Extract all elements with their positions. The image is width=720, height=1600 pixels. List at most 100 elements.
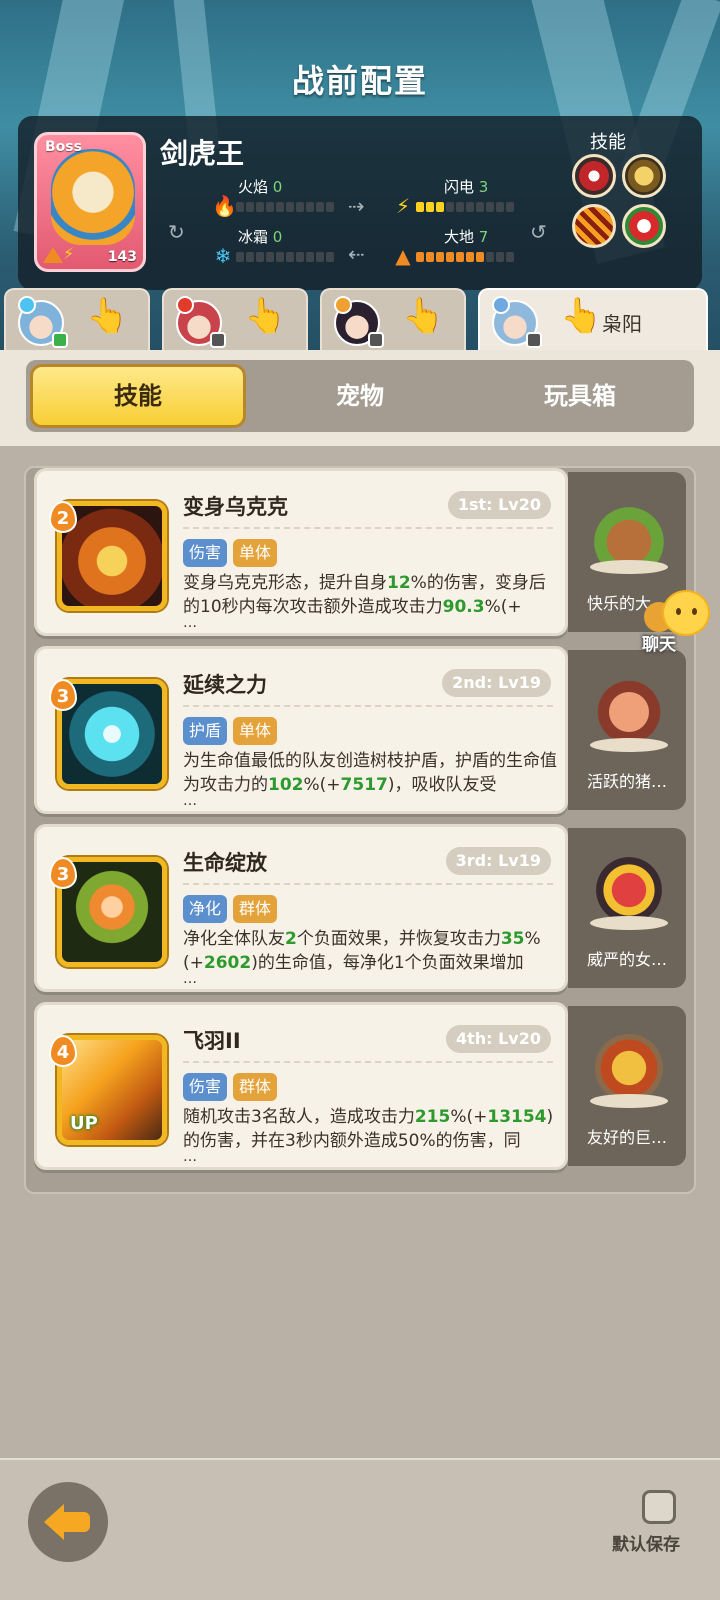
tab-bar: 技能 宠物 玩具箱 [26, 360, 694, 432]
element-icon [334, 296, 352, 314]
hero-tab-1[interactable]: 👆 [4, 288, 150, 352]
highlight-value: 102 [268, 775, 304, 795]
mountain-icon: ▲ [395, 244, 411, 268]
ellipsis: … [183, 971, 197, 987]
element-bar-segment [466, 202, 474, 212]
pet-slot[interactable]: 活跃的猪… [568, 650, 686, 810]
skill-card[interactable]: 2 变身乌克克 1st: Lv20 伤害 单体 变身乌克克形态，提升自身12%的… [34, 468, 568, 636]
pet-figure-image [594, 1024, 664, 1104]
boss-skills-label: 技能 [590, 132, 626, 153]
skill-order-badge: 4 [49, 1035, 77, 1067]
back-arrow-icon [62, 1512, 90, 1532]
boss-skill-slash-icon[interactable] [572, 204, 616, 248]
skill-name: 生命绽放 [183, 851, 267, 875]
pet-slot[interactable]: 威严的女… [568, 828, 686, 988]
description-text: 随机攻击3名敌人，造成攻击力 [183, 1107, 415, 1127]
element-bar-segment [426, 202, 434, 212]
divider [183, 527, 553, 529]
lightning-icon: ⚡ [395, 194, 411, 218]
element-bar-segment [506, 252, 514, 262]
fire-element-icon [176, 296, 194, 314]
description-text: %(+ [303, 775, 341, 795]
highlight-value: 7517 [340, 775, 388, 795]
element-bar-segment [456, 252, 464, 262]
boss-panel: Boss ⚡ 143 剑虎王 🔥 火焰 0 ⚡ 闪电 3 ❄ 冰霜 0 ▲ 大地… [18, 116, 702, 290]
element-bar-segment [246, 202, 254, 212]
pointing-hand-icon: 👆 [86, 296, 129, 336]
saber-tiger-king-image [51, 149, 135, 245]
hero-tab-3[interactable]: 👆 [320, 288, 466, 352]
element-bar-segment [276, 202, 284, 212]
skill-row[interactable]: 3 延续之力 2nd: Lv19 护盾 单体 为生命值最低的队友创造树枝护盾，护… [34, 646, 690, 814]
skill-row[interactable]: 3 生命绽放 3rd: Lv19 净化 群体 净化全体队友2个负面效果，并恢复攻… [34, 824, 690, 992]
element-bar-segment [416, 252, 424, 262]
upgrade-badge: UP [70, 1113, 98, 1134]
pet-figure-image [594, 668, 664, 748]
description-text: %(+ [484, 597, 522, 617]
skill-description: 随机攻击3名敌人，造成攻击力215%(+13154)的伤害，并在3秒内额外造成5… [183, 1105, 559, 1153]
default-save-label: 默认保存 [612, 1535, 680, 1555]
skill-card[interactable]: 4 UP 飞羽II 4th: Lv20 伤害 群体 随机攻击3名敌人，造成攻击力… [34, 1002, 568, 1170]
chat-badge-icon [52, 332, 68, 348]
pet-pedestal [590, 1094, 668, 1108]
skill-card[interactable]: 3 延续之力 2nd: Lv19 护盾 单体 为生命值最低的队友创造树枝护盾，护… [34, 646, 568, 814]
hero-tab-active[interactable]: 👆 枭阳 [478, 288, 708, 352]
element-bar-segment [446, 252, 454, 262]
tab-bar-container: 技能 宠物 玩具箱 [0, 350, 720, 446]
divider [183, 883, 553, 885]
skill-level-badge: 2nd: Lv19 [442, 669, 551, 697]
highlight-value: 90.3 [442, 597, 485, 617]
tab-toybox[interactable]: 玩具箱 [472, 364, 688, 428]
back-button[interactable] [28, 1482, 108, 1562]
skill-card[interactable]: 3 生命绽放 3rd: Lv19 净化 群体 净化全体队友2个负面效果，并恢复攻… [34, 824, 568, 992]
skill-row[interactable]: 4 UP 飞羽II 4th: Lv20 伤害 群体 随机攻击3名敌人，造成攻击力… [34, 1002, 690, 1170]
element-bar-segment [306, 252, 314, 262]
skill-list: 2 变身乌克克 1st: Lv20 伤害 单体 变身乌克克形态，提升自身12%的… [24, 466, 696, 1194]
skill-level-badge: 4th: Lv20 [445, 1025, 551, 1053]
description-text: )的生命值，每净化1个负面效果增加 [251, 953, 524, 973]
element-bar-segment [326, 252, 334, 262]
fire-icon: 🔥 [212, 194, 237, 218]
pet-name: 活跃的猪… [586, 772, 667, 791]
boss-tag: Boss [45, 139, 82, 155]
boss-skill-roar-icon[interactable] [622, 154, 666, 198]
tab-skills[interactable]: 技能 [30, 364, 246, 428]
chat-button[interactable]: 聊天 [640, 590, 712, 660]
description-text: %(+ [450, 1107, 488, 1127]
cycle-arrow-icon: ↺ [530, 220, 547, 244]
pet-pedestal [590, 738, 668, 752]
highlight-value: 2 [285, 929, 297, 949]
element-bar-segment [236, 202, 244, 212]
skill-tag: 单体 [233, 717, 278, 745]
pet-name: 友好的巨… [586, 1128, 667, 1147]
skill-row[interactable]: 2 变身乌克克 1st: Lv20 伤害 单体 变身乌克克形态，提升自身12%的… [34, 468, 690, 636]
default-save-checkbox[interactable] [642, 1490, 676, 1524]
skill-tag: 伤害 [183, 1073, 228, 1101]
page-title: 战前配置 [291, 62, 428, 100]
skill-tags: 护盾 单体 [183, 717, 278, 745]
boss-skill-claw-icon[interactable] [622, 204, 666, 248]
highlight-value: 215 [414, 1107, 451, 1127]
element-bar-segment [416, 202, 424, 212]
skill-name: 延续之力 [183, 673, 267, 697]
hero-tab-2[interactable]: 👆 [162, 288, 308, 352]
frost-element-icon [18, 296, 36, 314]
chat-badge-icon [210, 332, 226, 348]
tab-pets[interactable]: 宠物 [252, 364, 468, 428]
pet-pedestal [590, 916, 668, 930]
element-bar-segment [316, 202, 324, 212]
divider [183, 1061, 553, 1063]
pet-slot[interactable]: 友好的巨… [568, 1006, 686, 1166]
lightning-element-icon: ⚡ [63, 244, 75, 263]
bottom-bar: 默认保存 [0, 1458, 720, 1600]
element-bar-segment [316, 252, 324, 262]
skill-tag: 单体 [233, 539, 278, 567]
boss-skill-bite-icon[interactable] [572, 154, 616, 198]
boss-portrait[interactable]: Boss ⚡ 143 [34, 132, 146, 272]
chat-badge-icon [526, 332, 542, 348]
element-fire-label: 火焰 0 [238, 178, 283, 196]
element-lightning: ⚡ 闪电 3 [392, 176, 552, 222]
element-bar-segment [506, 202, 514, 212]
element-bar-segment [436, 252, 444, 262]
boss-level: 143 [107, 249, 137, 265]
